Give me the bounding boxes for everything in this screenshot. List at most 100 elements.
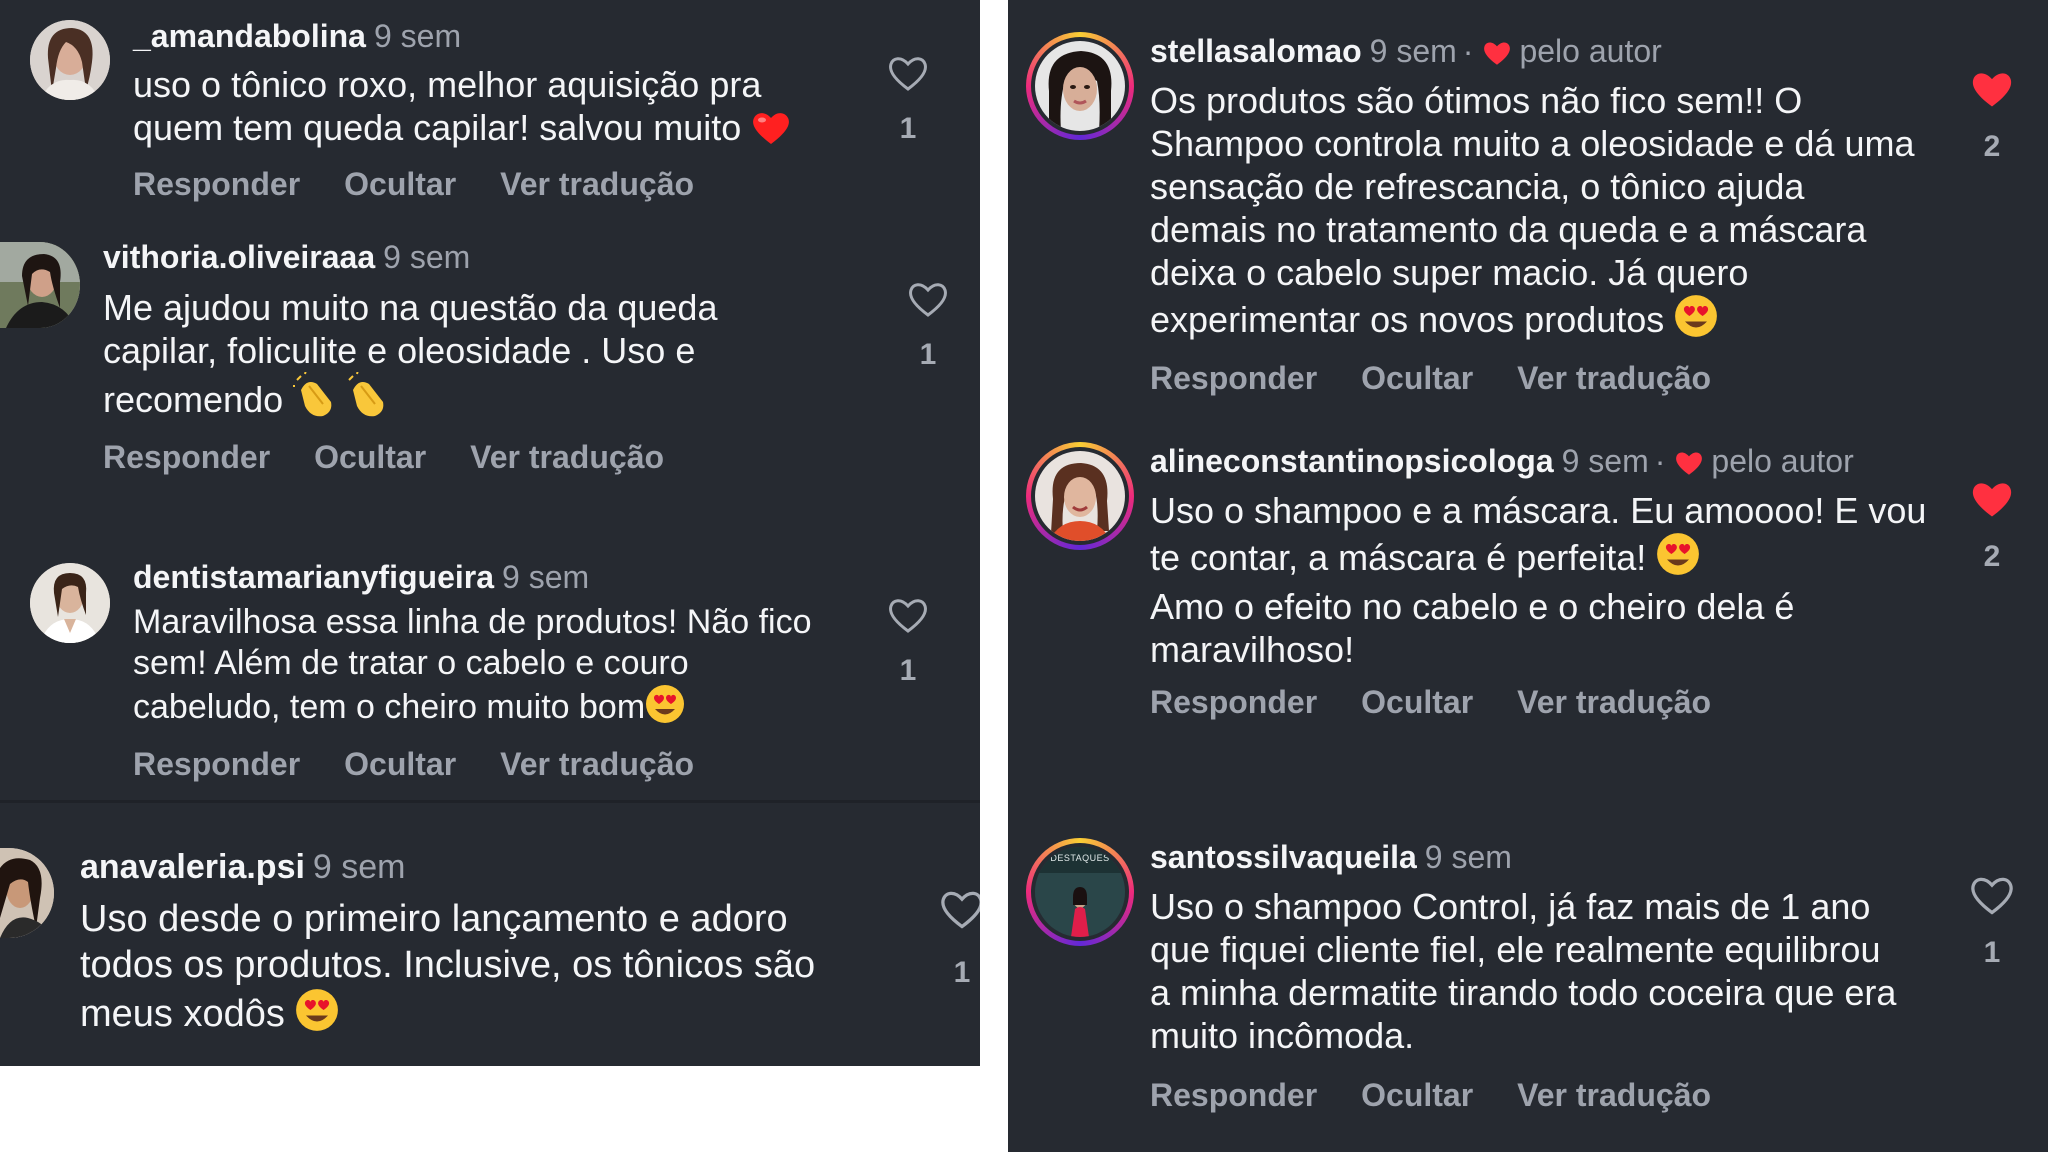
like-count: 1: [899, 654, 917, 687]
comment-actions: Responder Ocultar Ver tradução: [133, 165, 738, 203]
reply-button[interactable]: Responder: [133, 166, 300, 202]
hide-button[interactable]: Ocultar: [1361, 360, 1473, 396]
divider: [0, 800, 980, 803]
heart-outline-icon: [889, 599, 927, 633]
username[interactable]: stellasalomao: [1150, 33, 1362, 69]
comment-actions: Responder Ocultar Ver tradução: [1150, 359, 1755, 397]
comment-item: dentistamarianyfigueira 9 sem Maravilhosa…: [0, 550, 980, 795]
like-button[interactable]: 1: [868, 54, 948, 146]
right-comments-panel: stellasalomao 9 sem · pelo autor Os produto…: [1008, 0, 2048, 1152]
hide-button[interactable]: Ocultar: [344, 166, 456, 202]
heart-outline-icon: [889, 57, 927, 91]
hide-button[interactable]: Ocultar: [314, 439, 426, 475]
comment-text: Uso desde o primeiro lançamento e adoro …: [80, 896, 880, 1043]
reply-button[interactable]: Responder: [1150, 684, 1317, 720]
heart-outline-icon: [1971, 877, 2013, 915]
avatar[interactable]: [1026, 32, 1134, 140]
comment-text: Uso o shampoo e a máscara. Eu amoooo! E …: [1150, 490, 1927, 670]
like-count: 1: [1983, 936, 2001, 969]
comment-meta: vithoria.oliveiraaa 9 sem: [103, 238, 470, 276]
comment-actions: Responder Ocultar Ver tradução: [103, 438, 708, 476]
heart-eyes-icon: [295, 988, 339, 1043]
username[interactable]: _amandabolina: [133, 18, 366, 54]
avatar[interactable]: [1026, 442, 1134, 550]
username[interactable]: anavaleria.psi: [80, 848, 305, 886]
like-count: 1: [953, 956, 971, 989]
comment-item: alineconstantinopsicologa 9 sem · pelo auto…: [1008, 430, 2048, 730]
left-comments-panel: _amandabolina 9 sem uso o tônico roxo, me…: [0, 0, 980, 1066]
comment-actions: Responder Ocultar Ver tradução: [1150, 683, 1755, 721]
translate-button[interactable]: Ver tradução: [1517, 1077, 1711, 1113]
comment-meta: stellasalomao 9 sem · pelo autor: [1150, 32, 1662, 75]
like-count: 1: [919, 338, 937, 371]
username[interactable]: santossilvaqueila: [1150, 839, 1417, 875]
comment-meta: _amandabolina 9 sem: [133, 17, 461, 55]
hide-button[interactable]: Ocultar: [1361, 684, 1473, 720]
timestamp: 9 sem: [1561, 443, 1649, 479]
hide-button[interactable]: Ocultar: [344, 746, 456, 782]
separator: ·: [1654, 443, 1666, 479]
comment-text: Os produtos são ótimos não fico sem!! O …: [1150, 79, 1930, 347]
timestamp: 9 sem: [373, 18, 462, 54]
clapping-hands-icon: [291, 369, 393, 427]
comment-actions: Responder Ocultar Ver tradução: [133, 745, 738, 783]
comment-text: uso o tônico roxo, melhor aquisição pra …: [133, 63, 813, 155]
avatar[interactable]: DESTAQUES: [1026, 838, 1134, 946]
reply-button[interactable]: Responder: [103, 439, 270, 475]
translate-button[interactable]: Ver tradução: [500, 746, 694, 782]
avatar[interactable]: [0, 848, 54, 938]
timestamp: 9 sem: [312, 848, 406, 886]
separator: ·: [1462, 33, 1474, 69]
comment-item: stellasalomao 9 sem · pelo autor Os produto…: [1008, 0, 2048, 420]
comment-text: Me ajudou muito na questão da queda capi…: [103, 286, 803, 427]
like-count: 1: [899, 112, 917, 145]
comment-meta: anavaleria.psi 9 sem: [80, 848, 406, 886]
like-count: 2: [1983, 130, 2001, 163]
hide-button[interactable]: Ocultar: [1361, 1077, 1473, 1113]
comment-item: anavaleria.psi 9 sem Uso desde o primeiro…: [0, 840, 980, 1066]
translate-button[interactable]: Ver tradução: [500, 166, 694, 202]
heart-eyes-icon: [1656, 532, 1700, 585]
username[interactable]: vithoria.oliveiraaa: [103, 239, 375, 275]
avatar[interactable]: [30, 20, 110, 100]
timestamp: 9 sem: [1369, 33, 1457, 69]
comment-actions: Responder Ocultar Ver tradução: [1150, 1076, 1755, 1114]
translate-button[interactable]: Ver tradução: [470, 439, 664, 475]
heart-eyes-icon: [1674, 294, 1718, 347]
comment-item: _amandabolina 9 sem uso o tônico roxo, me…: [0, 0, 980, 220]
username[interactable]: dentistamarianyfigueira: [133, 559, 494, 595]
avatar-label: DESTAQUES: [1050, 853, 1110, 863]
heart-filled-icon: [1972, 483, 2012, 517]
comment-text: Maravilhosa essa linha de produtos! Não …: [133, 602, 833, 734]
heart-filled-icon: [1972, 73, 2012, 107]
like-button[interactable]: 1: [868, 596, 948, 688]
comment-meta: santossilvaqueila 9 sem: [1150, 838, 1512, 876]
translate-button[interactable]: Ver tradução: [1517, 684, 1711, 720]
avatar[interactable]: [30, 563, 110, 643]
author-heart-icon: [1673, 447, 1705, 485]
liked-by-author-label: pelo autor: [1711, 443, 1854, 479]
reply-button[interactable]: Responder: [1150, 1077, 1317, 1113]
reply-button[interactable]: Responder: [133, 746, 300, 782]
reply-button[interactable]: Responder: [1150, 360, 1317, 396]
like-button[interactable]: 1: [1952, 874, 2032, 970]
author-heart-icon: [1481, 37, 1513, 75]
comment-item: vithoria.oliveiraaa 9 sem Me ajudou muito…: [0, 230, 980, 490]
timestamp: 9 sem: [1424, 839, 1512, 875]
like-button[interactable]: 1: [888, 280, 968, 372]
like-button[interactable]: 2: [1952, 478, 2032, 574]
heart-outline-icon: [909, 283, 947, 317]
heart-outline-icon: [941, 891, 980, 929]
timestamp: 9 sem: [502, 559, 590, 595]
red-heart-icon: [751, 110, 791, 155]
heart-eyes-icon: [645, 684, 685, 734]
translate-button[interactable]: Ver tradução: [1517, 360, 1711, 396]
like-button[interactable]: 2: [1952, 68, 2032, 164]
comment-meta: dentistamarianyfigueira 9 sem: [133, 558, 589, 596]
like-button[interactable]: 1: [922, 888, 980, 990]
timestamp: 9 sem: [383, 239, 471, 275]
username[interactable]: alineconstantinopsicologa: [1150, 443, 1554, 479]
avatar[interactable]: [0, 242, 80, 328]
comment-text: Uso o shampoo Control, já faz mais de 1 …: [1150, 886, 1897, 1056]
comment-item: DESTAQUES santossilvaqueila 9 sem Uso o s…: [1008, 830, 2048, 1152]
